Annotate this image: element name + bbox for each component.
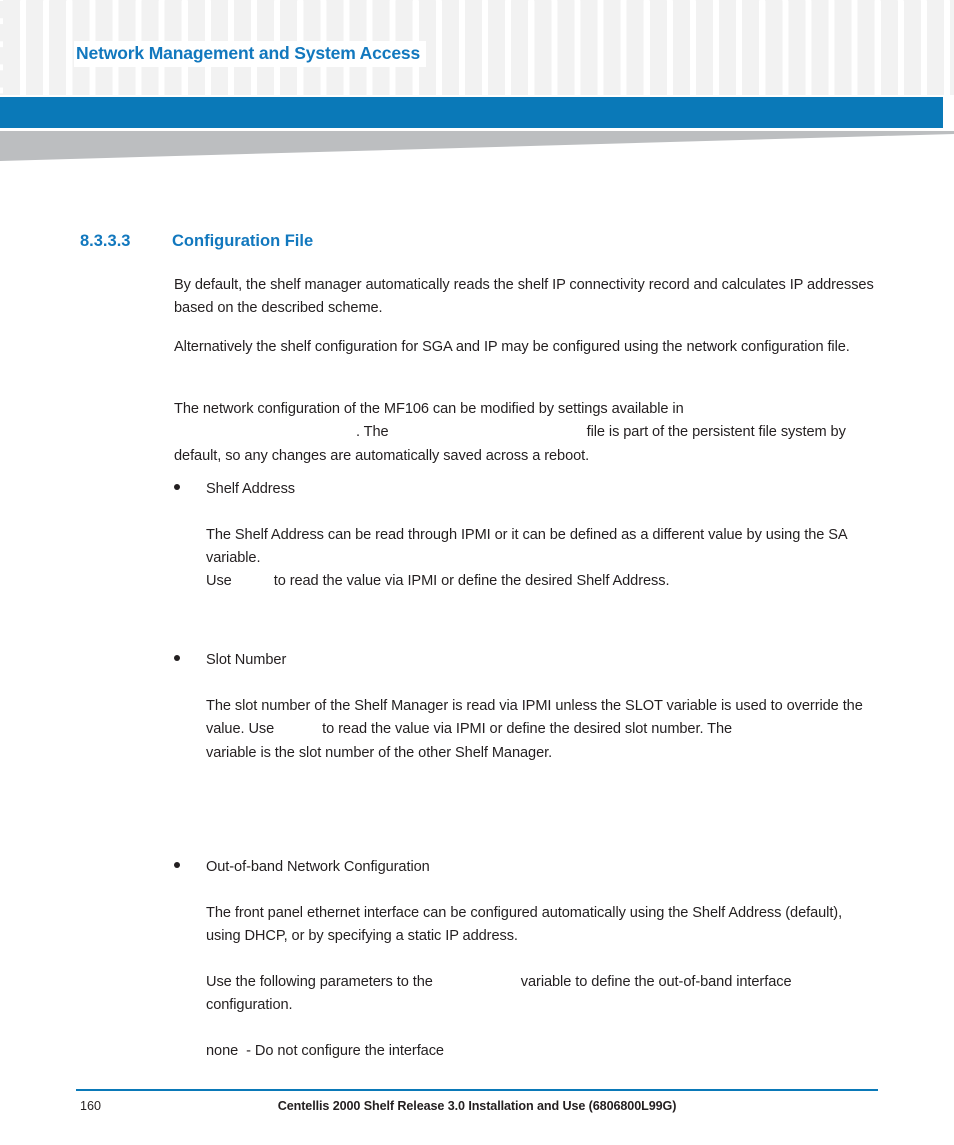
paragraph-shelf-address-usage: Use to read the value via IPMI or define … xyxy=(206,570,876,593)
bullet-dot-icon xyxy=(174,484,180,490)
paragraph-default-behavior: By default, the shelf manager automatica… xyxy=(174,277,874,317)
footer-document-title: Centellis 2000 Shelf Release 3.0 Install… xyxy=(277,1099,677,1113)
paragraph-out-of-band-parameters-part-a: Use the following parameters to the xyxy=(206,974,433,990)
option-name-none: none xyxy=(206,1043,239,1059)
bullet-item-out-of-band-network-configuration: Out-of-band Network Configuration xyxy=(174,856,878,879)
paragraph-network-config-file-part-b: . The xyxy=(356,424,389,441)
bullet-label-out-of-band-network-configuration: Out-of-band Network Configuration xyxy=(206,859,430,875)
option-description-none: - Do not configure the interface xyxy=(246,1043,444,1059)
section-number: 8.3.3.3 xyxy=(80,232,131,250)
header-grey-wedge xyxy=(0,131,954,164)
paragraph-network-config-file: The network configuration of the MF106 c… xyxy=(174,398,874,468)
paragraph-option-none: none - Do not configure the interface xyxy=(206,1040,876,1063)
paragraph-slot-number-part-c: variable is the slot number of the other… xyxy=(206,744,553,761)
footer-divider xyxy=(76,1089,878,1091)
bullet-item-shelf-address: Shelf Address xyxy=(174,478,878,501)
bullet-dot-icon xyxy=(174,862,180,868)
bullet-dot-icon xyxy=(174,655,180,661)
section-title: Configuration File xyxy=(172,232,314,250)
paragraph-network-config-file-part-c: file is part of the persistent file syst… xyxy=(174,424,846,464)
section-heading: 8.3.3.3 Configuration File xyxy=(80,232,880,251)
paragraph-slot-number-description: The slot number of the Shelf Manager is … xyxy=(206,695,876,765)
paragraph-out-of-band-parameters: Use the following parameters to the varia… xyxy=(206,971,876,1018)
paragraph-shelf-address-usage-part-b: to read the value via IPMI or define the… xyxy=(273,573,670,589)
paragraph-shelf-address-description: The Shelf Address can be read through IP… xyxy=(206,527,847,567)
paragraph-slot-number-part-b: to read the value via IPMI or define the… xyxy=(322,721,733,738)
bullet-label-slot-number: Slot Number xyxy=(206,652,287,668)
paragraph-alternative-config: Alternatively the shelf configuration fo… xyxy=(174,339,850,355)
paragraph-shelf-address-usage-part-a: Use xyxy=(206,573,232,589)
paragraph-network-config-file-part-a: The network configuration of the MF106 c… xyxy=(174,401,684,417)
header-blue-band xyxy=(0,97,943,128)
running-header-title: Network Management and System Access xyxy=(74,41,427,67)
bullet-item-slot-number: Slot Number xyxy=(174,649,878,672)
bullet-label-shelf-address: Shelf Address xyxy=(206,481,296,497)
page-running-header: Network Management and System Access xyxy=(0,0,954,95)
paragraph-front-panel-ethernet: The front panel ethernet interface can b… xyxy=(206,905,843,945)
grey-wedge-shape xyxy=(0,131,954,161)
